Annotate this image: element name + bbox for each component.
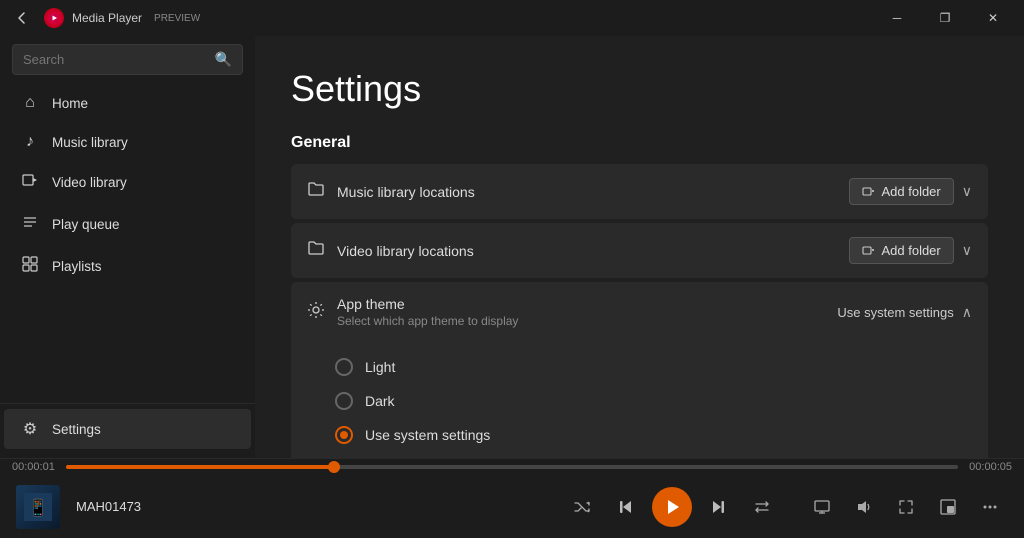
main-area: 🔍 ⌂ Home ♪ Music library Video library (0, 36, 1024, 458)
radio-system[interactable] (335, 426, 353, 444)
sidebar-item-playlists[interactable]: Playlists (4, 246, 251, 287)
progress-thumb[interactable] (328, 461, 340, 473)
app-theme-header[interactable]: App theme Select which app theme to disp… (291, 282, 988, 342)
right-controls (804, 489, 1008, 525)
folder-icon-video (307, 239, 325, 262)
expand-button[interactable] (888, 489, 924, 525)
current-time: 00:00:01 (12, 461, 56, 473)
sidebar-item-video-label: Video library (52, 175, 127, 190)
sidebar: 🔍 ⌂ Home ♪ Music library Video library (0, 36, 255, 458)
music-icon: ♪ (20, 133, 40, 151)
more-button[interactable] (972, 489, 1008, 525)
content-area: Settings General Music library locations… (255, 36, 1024, 458)
window-controls: ─ ❐ ✕ (874, 2, 1016, 34)
progress-bar-container: 00:00:01 00:00:05 (0, 459, 1024, 475)
total-time: 00:00:05 (968, 461, 1012, 473)
video-icon (20, 172, 40, 193)
next-button[interactable] (700, 489, 736, 525)
sidebar-item-music-label: Music library (52, 135, 128, 150)
sidebar-item-queue-label: Play queue (52, 217, 120, 232)
video-library-label: Video library locations (337, 243, 849, 259)
theme-light-label: Light (365, 359, 395, 375)
title-bar-left: Media Player PREVIEW (8, 4, 874, 32)
theme-option-dark[interactable]: Dark (335, 384, 972, 418)
back-button[interactable] (8, 4, 36, 32)
repeat-button[interactable] (744, 489, 780, 525)
theme-option-system[interactable]: Use system settings (335, 418, 972, 452)
theme-options: Light Dark Use system settings (291, 342, 988, 458)
sidebar-item-play-queue[interactable]: Play queue (4, 204, 251, 245)
track-name: MAH01473 (76, 499, 141, 514)
sidebar-item-playlists-label: Playlists (52, 259, 102, 274)
sidebar-bottom: ⚙ Settings (0, 403, 255, 458)
theme-row-chevron[interactable]: ∧ (962, 304, 972, 321)
home-icon: ⌂ (20, 94, 40, 112)
theme-system-label: Use system settings (365, 427, 490, 443)
restore-button[interactable]: ❐ (922, 2, 968, 34)
nav-items: ⌂ Home ♪ Music library Video library (0, 83, 255, 403)
sidebar-item-video-library[interactable]: Video library (4, 162, 251, 203)
search-input[interactable] (23, 52, 207, 67)
sidebar-item-home-label: Home (52, 96, 88, 111)
svg-text:📱: 📱 (28, 498, 48, 517)
add-folder-video-button[interactable]: Add folder (849, 237, 953, 264)
player-bar: 00:00:01 00:00:05 📱 MAH01473 (0, 458, 1024, 538)
title-bar: Media Player PREVIEW ─ ❐ ✕ (0, 0, 1024, 36)
preview-badge: PREVIEW (154, 13, 200, 24)
add-folder-music-button[interactable]: Add folder (849, 178, 953, 205)
progress-fill (66, 465, 334, 469)
previous-button[interactable] (608, 489, 644, 525)
track-thumbnail: 📱 (16, 485, 60, 529)
video-library-row[interactable]: Video library locations Add folder ∨ (291, 223, 988, 278)
radio-light[interactable] (335, 358, 353, 376)
search-icon: 🔍 (215, 51, 232, 68)
shuffle-button[interactable] (564, 489, 600, 525)
theme-title: App theme (337, 296, 837, 312)
playlists-icon (20, 256, 40, 277)
settings-icon: ⚙ (20, 419, 40, 439)
play-button[interactable] (652, 487, 692, 527)
sidebar-item-home[interactable]: ⌂ Home (4, 84, 251, 122)
queue-icon (20, 214, 40, 235)
miniplayer-button[interactable] (930, 489, 966, 525)
app-title: Media Player (72, 11, 142, 25)
screen-button[interactable] (804, 489, 840, 525)
theme-dark-label: Dark (365, 393, 395, 409)
general-section-title: General (291, 134, 988, 152)
search-box[interactable]: 🔍 (12, 44, 243, 75)
app-theme-row: App theme Select which app theme to disp… (291, 282, 988, 458)
progress-track[interactable] (66, 465, 958, 469)
music-library-row[interactable]: Music library locations Add folder ∨ (291, 164, 988, 219)
sidebar-item-music-library[interactable]: ♪ Music library (4, 123, 251, 161)
sidebar-item-settings[interactable]: ⚙ Settings (4, 409, 251, 449)
app-icon (44, 8, 64, 28)
volume-button[interactable] (846, 489, 882, 525)
theme-option-light[interactable]: Light (335, 350, 972, 384)
video-row-chevron[interactable]: ∨ (962, 242, 972, 259)
player-controls: 📱 MAH01473 (0, 475, 1024, 538)
radio-dark[interactable] (335, 392, 353, 410)
close-button[interactable]: ✕ (970, 2, 1016, 34)
folder-icon-music (307, 180, 325, 203)
minimize-button[interactable]: ─ (874, 2, 920, 34)
theme-icon (307, 301, 325, 324)
music-library-label: Music library locations (337, 184, 849, 200)
theme-subtitle: Select which app theme to display (337, 314, 837, 328)
theme-current-value: Use system settings (837, 305, 953, 320)
sidebar-item-settings-label: Settings (52, 422, 101, 437)
music-row-chevron[interactable]: ∨ (962, 183, 972, 200)
page-title: Settings (291, 68, 988, 110)
